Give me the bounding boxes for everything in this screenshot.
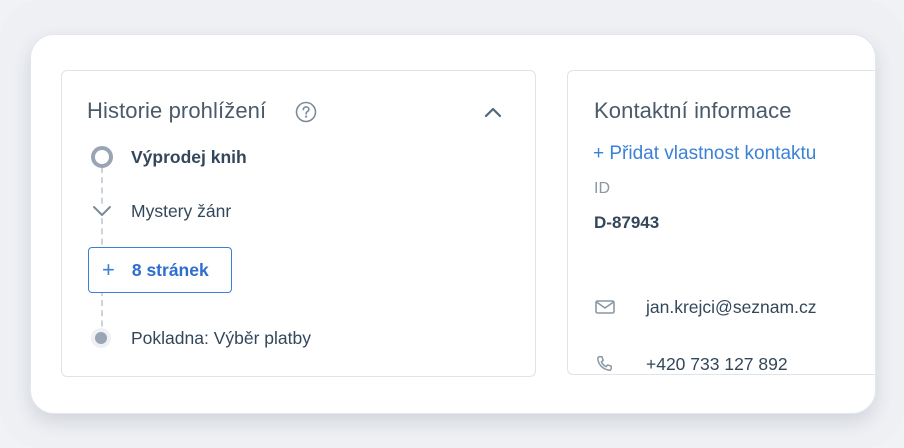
chevron-down-icon[interactable] (91, 204, 113, 218)
email-row[interactable]: jan.krejci@seznam.cz (594, 295, 816, 319)
envelope-icon (595, 300, 615, 314)
email-value: jan.krejci@seznam.cz (646, 296, 817, 317)
timeline-node-end (95, 332, 107, 344)
plus-icon: + (102, 257, 115, 282)
browsing-history-panel: Historie prohlížení Výprodej knih Myster… (61, 70, 536, 377)
help-icon[interactable] (295, 101, 317, 123)
history-entry[interactable]: Pokladna: Výběr platby (131, 328, 311, 349)
phone-icon (597, 356, 612, 371)
id-label: ID (594, 180, 610, 197)
pages-button-label: 8 stránek (131, 259, 209, 280)
contact-info-panel: Kontaktní informace + Přidat vlastnost k… (567, 70, 875, 376)
contact-record-card: Historie prohlížení Výprodej knih Myster… (30, 34, 876, 414)
timeline-node-start (91, 146, 113, 168)
id-value: D-87943 (594, 213, 660, 232)
contact-title: Kontaktní informace (594, 98, 792, 123)
chevron-up-icon[interactable] (482, 103, 504, 121)
phone-value: +420 733 127 892 (646, 353, 788, 374)
history-title: Historie prohlížení (87, 98, 267, 123)
add-contact-property-link[interactable]: + Přidat vlastnost kontaktu (593, 143, 816, 165)
phone-row[interactable]: +420 733 127 892 (594, 352, 788, 376)
history-entry[interactable]: Výprodej knih (131, 147, 247, 168)
show-pages-button[interactable]: + 8 stránek (88, 247, 232, 293)
history-entry[interactable]: Mystery žánr (131, 201, 231, 222)
